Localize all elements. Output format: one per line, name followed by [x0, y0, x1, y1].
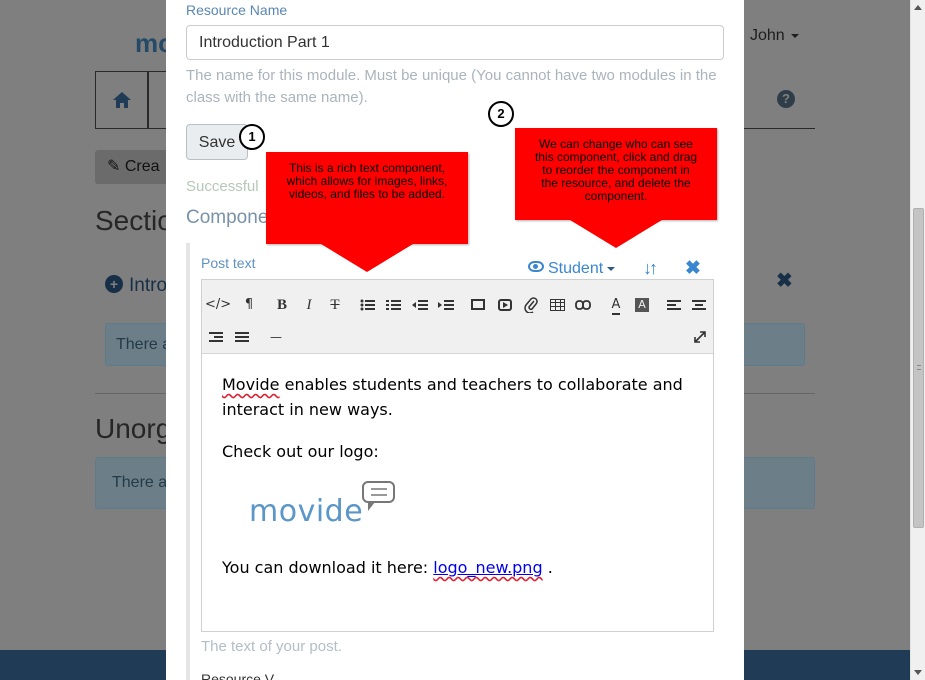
- resource-name-label: Resource Name: [186, 2, 288, 18]
- download-suffix: .: [542, 558, 553, 577]
- create-button[interactable]: ✎ Crea: [95, 150, 170, 184]
- paragraph-style-icon[interactable]: ¶: [238, 294, 260, 316]
- caret-down-icon: [607, 266, 616, 271]
- align-right-icon[interactable]: [205, 326, 227, 348]
- pencil-icon: ✎: [107, 158, 121, 175]
- plus-icon[interactable]: +: [105, 275, 123, 293]
- section-heading: Sectio: [95, 205, 173, 236]
- cut-off-label: Resource V...: [201, 671, 285, 680]
- bold-icon[interactable]: B: [271, 294, 293, 316]
- rich-text-editor[interactable]: </> ¶ B I T A A — Movide enables student…: [201, 279, 714, 632]
- editor-content[interactable]: Movide enables students and teachers to …: [202, 354, 713, 615]
- code-view-icon[interactable]: </>: [205, 294, 231, 316]
- numbered-list-icon[interactable]: [383, 294, 405, 316]
- indent-icon[interactable]: [435, 294, 457, 316]
- justify-icon[interactable]: [231, 326, 253, 348]
- components-heading: Compone: [186, 207, 269, 228]
- scroll-up-icon[interactable]: [914, 5, 922, 10]
- outdent-icon[interactable]: [409, 294, 431, 316]
- paragraph-1-rest: enables students and teachers to collabo…: [222, 375, 683, 419]
- content-paragraph-3: You can download it here: logo_new.png .: [222, 555, 693, 580]
- misspelled-word: Movide: [222, 375, 280, 394]
- intro-item-label: Intro: [129, 275, 168, 296]
- scroll-down-icon[interactable]: [914, 670, 922, 675]
- close-icon[interactable]: ✖: [776, 268, 793, 293]
- resource-name-input[interactable]: [186, 25, 724, 60]
- unorganized-heading: Unorg: [95, 413, 172, 444]
- movide-logo-image[interactable]: movide: [247, 481, 407, 541]
- strikethrough-icon[interactable]: T: [324, 294, 346, 316]
- delete-component-icon[interactable]: ✖: [685, 257, 701, 280]
- sort-handle-icon[interactable]: ↓↑: [643, 258, 658, 279]
- user-menu[interactable]: John: [750, 27, 799, 45]
- eye-icon: [528, 261, 544, 272]
- resource-name-help: The name for this module. Must be unique…: [186, 67, 717, 106]
- callout-tail: [321, 244, 413, 272]
- italic-icon[interactable]: I: [298, 294, 320, 316]
- intro-item[interactable]: + Intro: [105, 275, 167, 297]
- edit-resource-modal: Resource Name The name for this module. …: [166, 0, 744, 680]
- home-icon: [113, 92, 131, 108]
- download-link-label: logo_new.png: [433, 558, 543, 577]
- logo-wordmark: movide: [249, 494, 364, 529]
- download-text: You can download it here:: [222, 558, 434, 577]
- content-paragraph-2: Check out our logo:: [222, 442, 379, 461]
- page-scrollbar[interactable]: [910, 0, 925, 680]
- component-border: [186, 243, 190, 680]
- insert-video-icon[interactable]: [494, 294, 516, 316]
- visibility-label: Student: [548, 260, 604, 277]
- nav-divider: [744, 128, 815, 129]
- bullet-list-icon[interactable]: [357, 294, 379, 316]
- background-color-label: A: [635, 298, 649, 312]
- step-marker-1: 1: [239, 124, 265, 150]
- editor-toolbar: </> ¶ B I T A A —: [202, 280, 713, 354]
- post-text-label: Post text: [201, 255, 256, 271]
- post-text-help: The text of your post.: [201, 638, 342, 655]
- callout-visibility-label: We can change who can see this component…: [534, 137, 698, 203]
- attach-file-icon[interactable]: [520, 294, 542, 316]
- horizontal-rule-icon[interactable]: —: [265, 326, 287, 348]
- nav-tab[interactable]: [148, 71, 168, 129]
- fullscreen-icon[interactable]: [689, 326, 711, 348]
- home-tab[interactable]: [95, 71, 148, 129]
- save-button[interactable]: Save: [186, 124, 248, 160]
- insert-image-icon[interactable]: [467, 294, 489, 316]
- speech-bubble-icon: [362, 481, 395, 511]
- font-color-label: A: [611, 297, 621, 315]
- align-center-icon[interactable]: [688, 294, 710, 316]
- callout-rich-text: This is a rich text component, which all…: [266, 152, 468, 272]
- content-paragraph-1: Movide enables students and teachers to …: [222, 372, 693, 422]
- callout-visibility: We can change who can see this component…: [515, 128, 717, 248]
- help-icon[interactable]: ?: [777, 90, 795, 108]
- background-color-icon[interactable]: A: [631, 294, 653, 316]
- insert-link-icon[interactable]: [572, 294, 594, 316]
- callout-rich-text-label: This is a rich text component, which all…: [286, 161, 448, 201]
- insert-table-icon[interactable]: [546, 294, 568, 316]
- font-color-icon[interactable]: A: [605, 294, 627, 316]
- success-message: Successful: [186, 178, 259, 195]
- scrollbar-thumb[interactable]: [913, 208, 924, 528]
- callout-tail: [570, 220, 662, 248]
- step-marker-2: 2: [488, 101, 514, 127]
- visibility-dropdown[interactable]: Student: [528, 260, 616, 278]
- create-button-label: Crea: [124, 158, 160, 175]
- download-link[interactable]: logo_new.png: [433, 558, 542, 577]
- align-left-icon[interactable]: [664, 294, 686, 316]
